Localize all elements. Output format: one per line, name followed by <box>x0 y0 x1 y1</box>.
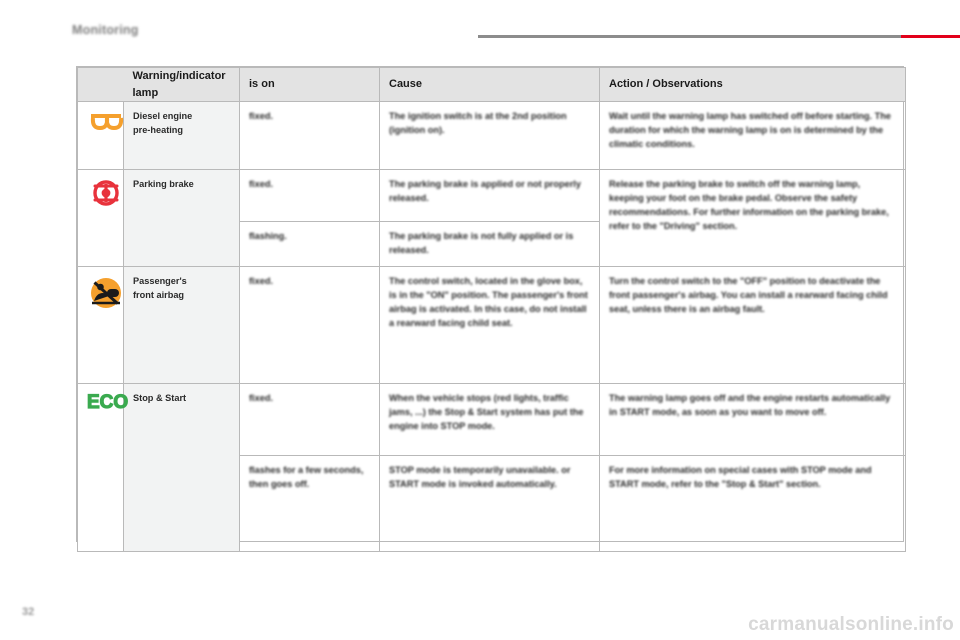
header-rule-accent <box>901 35 960 38</box>
cause-value: The parking brake is applied or not prop… <box>379 169 600 223</box>
lamp-name-passenger-airbag: Passenger's front airbag <box>123 266 240 385</box>
manual-page: Monitoring Warning/indicator lamp is on … <box>0 0 960 640</box>
action-text: For more information on special cases wi… <box>609 465 872 490</box>
parking-brake-icon-cell <box>77 169 125 268</box>
is-on-value: fixed. <box>239 169 380 223</box>
is-on-text: fixed. <box>249 393 273 404</box>
action-text: Release the parking brake to switch off … <box>609 179 889 232</box>
cause-text: The ignition switch is at the 2nd positi… <box>389 111 567 136</box>
eco-stop-start-icon-cell: ECO <box>77 383 129 553</box>
action-value: Wait until the warning lamp has switched… <box>599 101 906 171</box>
cause-value: STOP mode is temporarily unavailable. or… <box>379 455 600 553</box>
is-on-text: fixed. <box>249 111 273 122</box>
lamp-name-parking-brake: Parking brake <box>123 169 240 268</box>
is-on-value: flashing. <box>239 221 380 268</box>
column-header-is-on: is on <box>239 66 380 103</box>
warning-lamp-table: Warning/indicator lamp is on Cause Actio… <box>76 66 906 553</box>
column-header-cause: Cause <box>379 66 600 103</box>
cause-text: The control switch, located in the glove… <box>389 276 588 329</box>
is-on-text: flashing. <box>249 231 287 242</box>
lamp-label-line1: Stop & Start <box>133 393 187 404</box>
passenger-airbag-off-icon <box>87 275 125 309</box>
column-header-icon <box>77 66 124 103</box>
cause-text: STOP mode is temporarily unavailable. or… <box>389 465 571 490</box>
cause-text: When the vehicle stops (red lights, traf… <box>389 393 584 432</box>
cause-value: The ignition switch is at the 2nd positi… <box>379 101 600 171</box>
is-on-text: fixed. <box>249 179 273 190</box>
table-header-row: Warning/indicator lamp is on Cause Actio… <box>77 66 906 103</box>
is-on-value: flashes for a few seconds, then goes off… <box>239 455 380 553</box>
is-on-value: fixed. <box>239 101 380 171</box>
passenger-airbag-icon-cell <box>77 266 125 385</box>
column-header-lamp: Warning/indicator lamp <box>123 66 240 103</box>
action-text: The warning lamp goes off and the engine… <box>609 393 891 418</box>
cause-text: The parking brake is not fully applied o… <box>389 231 574 256</box>
diesel-preheating-icon <box>87 110 125 140</box>
cause-value: The control switch, located in the glove… <box>379 266 600 385</box>
lamp-name-diesel-preheating: Diesel engine pre-heating <box>123 101 240 171</box>
table-row: Diesel engine pre-heating fixed. The ign… <box>77 101 906 171</box>
action-value: Turn the control switch to the "OFF" pos… <box>599 266 906 385</box>
table-row: ECO Stop & Start fixed. When the vehicle… <box>77 383 906 553</box>
header-rule <box>478 35 901 38</box>
is-on-text: fixed. <box>249 276 273 287</box>
column-header-action: Action / Observations <box>599 66 906 103</box>
lamp-label-line2: pre-heating <box>133 125 184 136</box>
is-on-value: fixed. <box>239 266 380 385</box>
action-value: Release the parking brake to switch off … <box>599 169 906 268</box>
action-value: The warning lamp goes off and the engine… <box>599 383 906 457</box>
lamp-label-line1: Parking brake <box>133 179 194 190</box>
section-title: Monitoring <box>72 23 139 37</box>
lamp-label-line1: Diesel engine <box>133 111 193 122</box>
table-row: Passenger's front airbag fixed. The cont… <box>77 266 906 385</box>
page-header: Monitoring <box>0 0 960 44</box>
svg-text:ECO: ECO <box>87 392 128 413</box>
page-number: 32 <box>22 606 35 618</box>
is-on-value: fixed. <box>239 383 380 457</box>
lamp-name-stop-start: Stop & Start <box>123 383 240 553</box>
action-text: Wait until the warning lamp has switched… <box>609 111 891 150</box>
eco-stop-start-icon: ECO <box>87 391 129 414</box>
table-row: Parking brake fixed. The parking brake i… <box>77 169 906 268</box>
is-on-text: flashes for a few seconds, then goes off… <box>249 465 364 490</box>
cause-value: When the vehicle stops (red lights, traf… <box>379 383 600 457</box>
action-text: Turn the control switch to the "OFF" pos… <box>609 276 888 315</box>
action-value: For more information on special cases wi… <box>599 455 906 553</box>
cause-text: The parking brake is applied or not prop… <box>389 179 581 204</box>
diesel-preheating-icon-cell <box>77 101 125 171</box>
site-watermark: carmanualsonline.info <box>748 614 954 635</box>
cause-value: The parking brake is not fully applied o… <box>379 221 600 268</box>
lamp-label-line2: front airbag <box>133 290 185 301</box>
lamp-label-line1: Passenger's <box>133 276 187 287</box>
parking-brake-icon <box>87 178 125 208</box>
